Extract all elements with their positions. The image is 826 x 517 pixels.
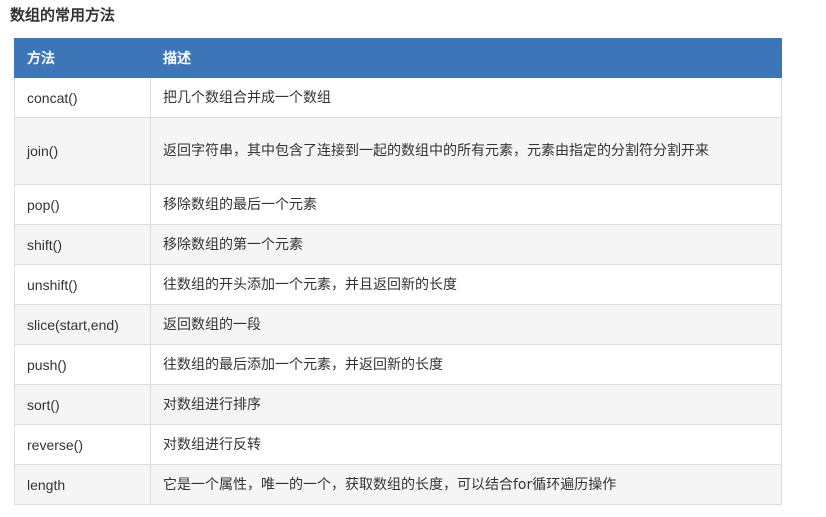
method-name: reverse() — [14, 424, 151, 465]
method-description: 返回数组的一段 — [150, 304, 782, 345]
method-description: 把几个数组合并成一个数组 — [150, 77, 782, 118]
method-name: sort() — [14, 384, 151, 425]
table-header-row: 方法 描述 — [14, 38, 782, 78]
method-name: slice(start,end) — [14, 304, 151, 345]
table-row: length 它是一个属性，唯一的一个，获取数组的长度，可以结合for循环遍历操… — [14, 464, 782, 505]
table-row: sort() 对数组进行排序 — [14, 384, 782, 425]
table-row: concat() 把几个数组合并成一个数组 — [14, 77, 782, 118]
table-row: join() 返回字符串，其中包含了连接到一起的数组中的所有元素，元素由指定的分… — [14, 117, 782, 185]
table-row: unshift() 往数组的开头添加一个元素，并且返回新的长度 — [14, 264, 782, 305]
method-name: length — [14, 464, 151, 505]
method-name: concat() — [14, 77, 151, 118]
table-row: shift() 移除数组的第一个元素 — [14, 224, 782, 265]
table-row: push() 往数组的最后添加一个元素，并返回新的长度 — [14, 344, 782, 385]
method-description: 往数组的开头添加一个元素，并且返回新的长度 — [150, 264, 782, 305]
method-name: unshift() — [14, 264, 151, 305]
method-name: join() — [14, 117, 151, 185]
method-description: 移除数组的第一个元素 — [150, 224, 782, 265]
header-description: 描述 — [150, 38, 782, 78]
method-name: pop() — [14, 184, 151, 225]
page-title: 数组的常用方法 — [10, 6, 116, 24]
method-description: 对数组进行反转 — [150, 424, 782, 465]
method-description: 对数组进行排序 — [150, 384, 782, 425]
header-method: 方法 — [14, 38, 151, 78]
table-row: reverse() 对数组进行反转 — [14, 424, 782, 465]
method-name: shift() — [14, 224, 151, 265]
method-description: 返回字符串，其中包含了连接到一起的数组中的所有元素，元素由指定的分割符分割开来 — [150, 117, 782, 185]
method-description: 它是一个属性，唯一的一个，获取数组的长度，可以结合for循环遍历操作 — [150, 464, 782, 505]
method-description: 移除数组的最后一个元素 — [150, 184, 782, 225]
method-description: 往数组的最后添加一个元素，并返回新的长度 — [150, 344, 782, 385]
table-row: slice(start,end) 返回数组的一段 — [14, 304, 782, 345]
table-row: pop() 移除数组的最后一个元素 — [14, 184, 782, 225]
methods-table: 方法 描述 concat() 把几个数组合并成一个数组 join() 返回字符串… — [14, 38, 782, 505]
method-name: push() — [14, 344, 151, 385]
